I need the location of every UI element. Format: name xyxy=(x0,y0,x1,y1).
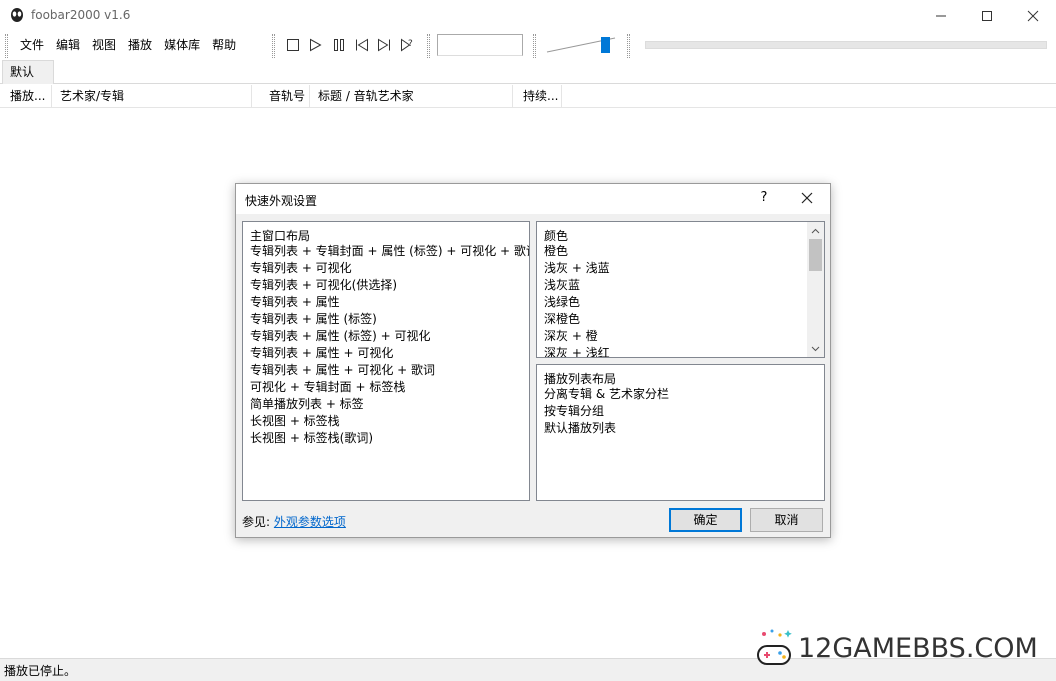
previous-icon[interactable] xyxy=(354,37,370,53)
playlist-layout-items: 分离专辑 & 艺术家分栏 按专辑分组 默认播放列表 xyxy=(537,386,824,437)
layout-option[interactable]: 专辑列表 + 属性 (标签) + 可视化 xyxy=(250,328,529,345)
color-items: 橙色 浅灰 + 浅蓝 浅灰蓝 浅绿色 深橙色 深灰 + 橙深灰 + 浅红 xyxy=(537,243,824,357)
color-list[interactable]: 颜色 橙色 浅灰 + 浅蓝 浅灰蓝 浅绿色 深橙色 深灰 + 橙深灰 + 浅红 xyxy=(536,221,825,358)
color-option[interactable]: 浅绿色 xyxy=(544,294,824,311)
appearance-options-link[interactable]: 外观参数选项 xyxy=(274,515,346,529)
dialog-close-button[interactable] xyxy=(796,188,818,208)
menu-view[interactable]: 视图 xyxy=(86,31,122,60)
toolbar-grip[interactable] xyxy=(5,34,8,58)
layout-option[interactable]: 专辑列表 + 属性 + 可视化 + 歌词 xyxy=(250,362,529,379)
close-button[interactable] xyxy=(1010,0,1056,31)
playlist-layout-option[interactable]: 默认播放列表 xyxy=(544,420,824,437)
toolbar-grip[interactable] xyxy=(427,34,430,58)
watermark-text: 12GAMEBBS.COM xyxy=(798,633,1038,664)
tab-default[interactable]: 默认 xyxy=(2,60,54,84)
color-option[interactable]: 深灰 + 橙 xyxy=(544,328,824,345)
layout-option[interactable]: 长视图 + 标签栈(歌词) xyxy=(250,430,529,447)
scroll-down-button[interactable] xyxy=(807,340,824,357)
toolbar: 文件 编辑 视图 播放 媒体库 帮助 ? xyxy=(0,31,1056,60)
column-duration[interactable]: 持续... xyxy=(513,85,562,107)
close-icon xyxy=(1027,10,1039,21)
pause-icon[interactable] xyxy=(331,37,347,53)
close-icon xyxy=(801,192,813,204)
color-option[interactable]: 橙色 xyxy=(544,243,824,260)
layout-option[interactable]: 专辑列表 + 专辑封面 + 属性 (标签) + 可视化 + 歌词 xyxy=(250,243,529,260)
column-playing[interactable]: 播放... xyxy=(2,85,52,107)
seek-field[interactable] xyxy=(437,34,523,56)
column-header: 播放... 艺术家/专辑 音轨号 标题 / 音轨艺术家 持续... xyxy=(0,85,1056,108)
cancel-button[interactable]: 取消 xyxy=(750,508,823,532)
color-option[interactable]: 浅灰蓝 xyxy=(544,277,824,294)
column-title[interactable]: 标题 / 音轨艺术家 xyxy=(310,85,513,107)
see-also: 参见: 外观参数选项 xyxy=(242,513,346,530)
menu-edit[interactable]: 编辑 xyxy=(50,31,86,60)
layout-option[interactable]: 简单播放列表 + 标签 xyxy=(250,396,529,413)
title-bar: foobar2000 v1.6 xyxy=(0,0,1056,31)
minimize-button[interactable] xyxy=(918,0,964,31)
layout-items: 专辑列表 + 专辑封面 + 属性 (标签) + 可视化 + 歌词 专辑列表 + 可… xyxy=(243,243,529,447)
layout-option[interactable]: 专辑列表 + 可视化(供选择) xyxy=(250,277,529,294)
playlist-tabs: 默认 xyxy=(0,60,1056,84)
minimize-icon xyxy=(936,15,946,16)
toolbar-grip[interactable] xyxy=(627,34,630,58)
chevron-down-icon xyxy=(811,346,820,351)
volume-thumb[interactable] xyxy=(601,37,610,53)
menu-playback[interactable]: 播放 xyxy=(122,31,158,60)
layout-option[interactable]: 长视图 + 标签栈 xyxy=(250,413,529,430)
playlist-layout-list[interactable]: 播放列表布局 分离专辑 & 艺术家分栏 按专辑分组 默认播放列表 xyxy=(536,364,825,501)
layout-option[interactable]: 专辑列表 + 可视化 xyxy=(250,260,529,277)
menu-bar: 文件 编辑 视图 播放 媒体库 帮助 xyxy=(14,31,242,60)
status-text: 播放已停止。 xyxy=(4,664,77,678)
playlist-layout-option[interactable]: 分离专辑 & 艺术家分栏 xyxy=(544,386,824,403)
seekbar[interactable] xyxy=(645,41,1047,49)
playlist-layout-header: 播放列表布局 xyxy=(544,372,617,386)
next-icon[interactable] xyxy=(376,37,392,53)
see-also-label: 参见: xyxy=(242,515,271,529)
play-icon[interactable] xyxy=(307,37,323,53)
color-list-scrollbar[interactable] xyxy=(807,222,824,357)
chevron-up-icon xyxy=(811,228,820,233)
foobar-logo-icon xyxy=(11,8,23,22)
color-option[interactable]: 深灰 + 浅红 xyxy=(544,345,824,357)
ok-button[interactable]: 确定 xyxy=(669,508,742,532)
column-artist-album[interactable]: 艺术家/专辑 xyxy=(52,85,252,107)
svg-text:?: ? xyxy=(408,39,413,49)
maximize-button[interactable] xyxy=(964,0,1010,31)
window-title: foobar2000 v1.6 xyxy=(31,8,131,22)
toolbar-grip[interactable] xyxy=(533,34,536,58)
column-track-no[interactable]: 音轨号 xyxy=(252,85,310,107)
layout-option[interactable]: 可视化 + 专辑封面 + 标签栈 xyxy=(250,379,529,396)
layout-option[interactable]: 专辑列表 + 属性 (标签) xyxy=(250,311,529,328)
help-button[interactable]: ? xyxy=(754,188,774,208)
stop-icon[interactable] xyxy=(285,37,301,53)
menu-library[interactable]: 媒体库 xyxy=(158,31,206,60)
playlist-layout-option[interactable]: 按专辑分组 xyxy=(544,403,824,420)
toolbar-grip[interactable] xyxy=(272,34,275,58)
quick-appearance-dialog: 快速外观设置 ? 主窗口布局 专辑列表 + 专辑封面 + 属性 (标签) + 可… xyxy=(235,183,831,538)
maximize-icon xyxy=(982,10,992,21)
scroll-up-button[interactable] xyxy=(807,222,824,239)
menu-help[interactable]: 帮助 xyxy=(206,31,242,60)
random-icon[interactable]: ? xyxy=(399,37,415,53)
watermark: 12GAMEBBS.COM xyxy=(754,626,1046,670)
layout-option[interactable]: 专辑列表 + 属性 xyxy=(250,294,529,311)
color-list-header: 颜色 xyxy=(544,229,569,243)
layout-list[interactable]: 主窗口布局 专辑列表 + 专辑封面 + 属性 (标签) + 可视化 + 歌词 专辑… xyxy=(242,221,530,501)
gamepad-logo-icon xyxy=(757,629,792,665)
dialog-title-bar: 快速外观设置 ? xyxy=(236,184,830,214)
layout-list-header: 主窗口布局 xyxy=(250,229,311,243)
color-option[interactable]: 深橙色 xyxy=(544,311,824,328)
scroll-thumb[interactable] xyxy=(809,239,822,271)
dialog-title: 快速外观设置 xyxy=(245,194,318,208)
volume-slider[interactable] xyxy=(546,35,616,55)
layout-option[interactable]: 专辑列表 + 属性 + 可视化 xyxy=(250,345,529,362)
color-option[interactable]: 浅灰 + 浅蓝 xyxy=(544,260,824,277)
menu-file[interactable]: 文件 xyxy=(14,31,50,60)
